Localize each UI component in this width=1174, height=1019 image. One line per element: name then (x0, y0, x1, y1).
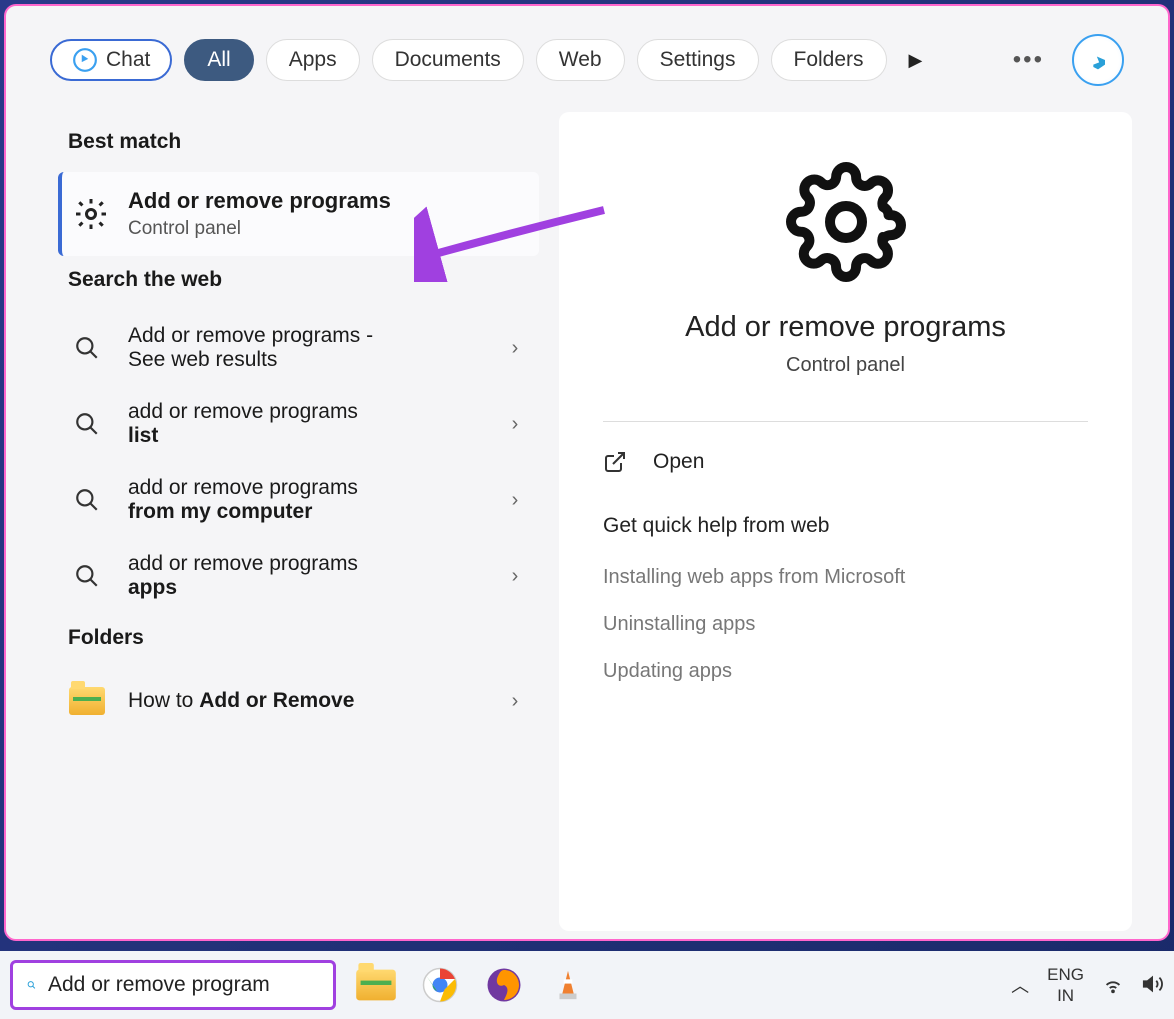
filter-chat[interactable]: Chat (50, 39, 172, 81)
open-external-icon (603, 450, 627, 474)
search-icon (68, 481, 106, 519)
filter-settings[interactable]: Settings (637, 39, 759, 81)
taskbar-apps (356, 965, 588, 1005)
content-row: Best match Add or remove programs Contro… (6, 104, 1168, 939)
divider (603, 421, 1088, 422)
open-label: Open (653, 450, 704, 474)
bing-icon (1084, 46, 1112, 74)
filter-all[interactable]: All (184, 39, 253, 81)
filter-bar: Chat All Apps Documents Web Settings Fol… (6, 6, 1168, 104)
help-header: Get quick help from web (603, 514, 1088, 538)
start-search-panel: Chat All Apps Documents Web Settings Fol… (4, 4, 1170, 941)
detail-title: Add or remove programs (685, 311, 1006, 344)
gear-icon (72, 195, 110, 233)
gear-icon (786, 162, 906, 287)
wifi-icon[interactable] (1102, 973, 1124, 998)
filter-web[interactable]: Web (536, 39, 625, 81)
chevron-right-icon: › (501, 337, 529, 360)
chevron-right-icon: › (501, 489, 529, 512)
web-result[interactable]: add or remove programs list › (58, 386, 539, 462)
chevron-right-icon: › (501, 690, 529, 713)
more-filters-arrow-icon[interactable]: ▶ (909, 50, 923, 71)
detail-panel: Add or remove programs Control panel Ope… (559, 112, 1132, 931)
taskbar-search-box[interactable] (10, 960, 336, 1010)
open-action[interactable]: Open (603, 450, 1088, 474)
system-tray: ︿ ENG IN (1011, 964, 1164, 1007)
language-indicator[interactable]: ENG IN (1047, 964, 1084, 1007)
detail-header: Add or remove programs Control panel (603, 162, 1088, 377)
section-search-web: Search the web (68, 268, 539, 292)
best-match-title: Add or remove programs (128, 188, 391, 214)
section-folders: Folders (68, 626, 539, 650)
web-result[interactable]: add or remove programs apps › (58, 538, 539, 614)
taskbar-search-input[interactable] (48, 973, 319, 997)
filter-chat-label: Chat (106, 48, 150, 72)
bing-button[interactable] (1072, 34, 1124, 86)
taskbar: ︿ ENG IN (0, 951, 1174, 1019)
section-best-match: Best match (68, 130, 539, 154)
tray-chevron-up-icon[interactable]: ︿ (1011, 972, 1029, 998)
chrome-icon[interactable] (420, 965, 460, 1005)
search-icon (27, 974, 36, 996)
detail-subtitle: Control panel (786, 354, 905, 377)
folder-result[interactable]: How to Add or Remove › (58, 668, 539, 734)
chevron-right-icon: › (501, 565, 529, 588)
volume-icon[interactable] (1142, 973, 1164, 998)
filter-documents[interactable]: Documents (372, 39, 524, 81)
file-explorer-icon[interactable] (356, 965, 396, 1005)
search-icon (68, 329, 106, 367)
search-icon (68, 557, 106, 595)
help-link[interactable]: Installing web apps from Microsoft (603, 566, 1088, 589)
best-match-subtitle: Control panel (128, 218, 391, 240)
web-result[interactable]: Add or remove programs - See web results… (58, 310, 539, 386)
help-link[interactable]: Updating apps (603, 660, 1088, 683)
help-link[interactable]: Uninstalling apps (603, 613, 1088, 636)
firefox-icon[interactable] (484, 965, 524, 1005)
best-match-result[interactable]: Add or remove programs Control panel (58, 172, 539, 256)
bing-chat-icon (72, 47, 98, 73)
search-icon (68, 405, 106, 443)
filter-folders[interactable]: Folders (771, 39, 887, 81)
chevron-right-icon: › (501, 413, 529, 436)
options-menu-icon[interactable]: ••• (1013, 46, 1044, 74)
best-match-text: Add or remove programs Control panel (128, 188, 391, 240)
results-column: Best match Add or remove programs Contro… (6, 104, 551, 939)
web-result[interactable]: add or remove programs from my computer … (58, 462, 539, 538)
filter-apps[interactable]: Apps (266, 39, 360, 81)
folder-icon (68, 682, 106, 720)
vlc-icon[interactable] (548, 965, 588, 1005)
